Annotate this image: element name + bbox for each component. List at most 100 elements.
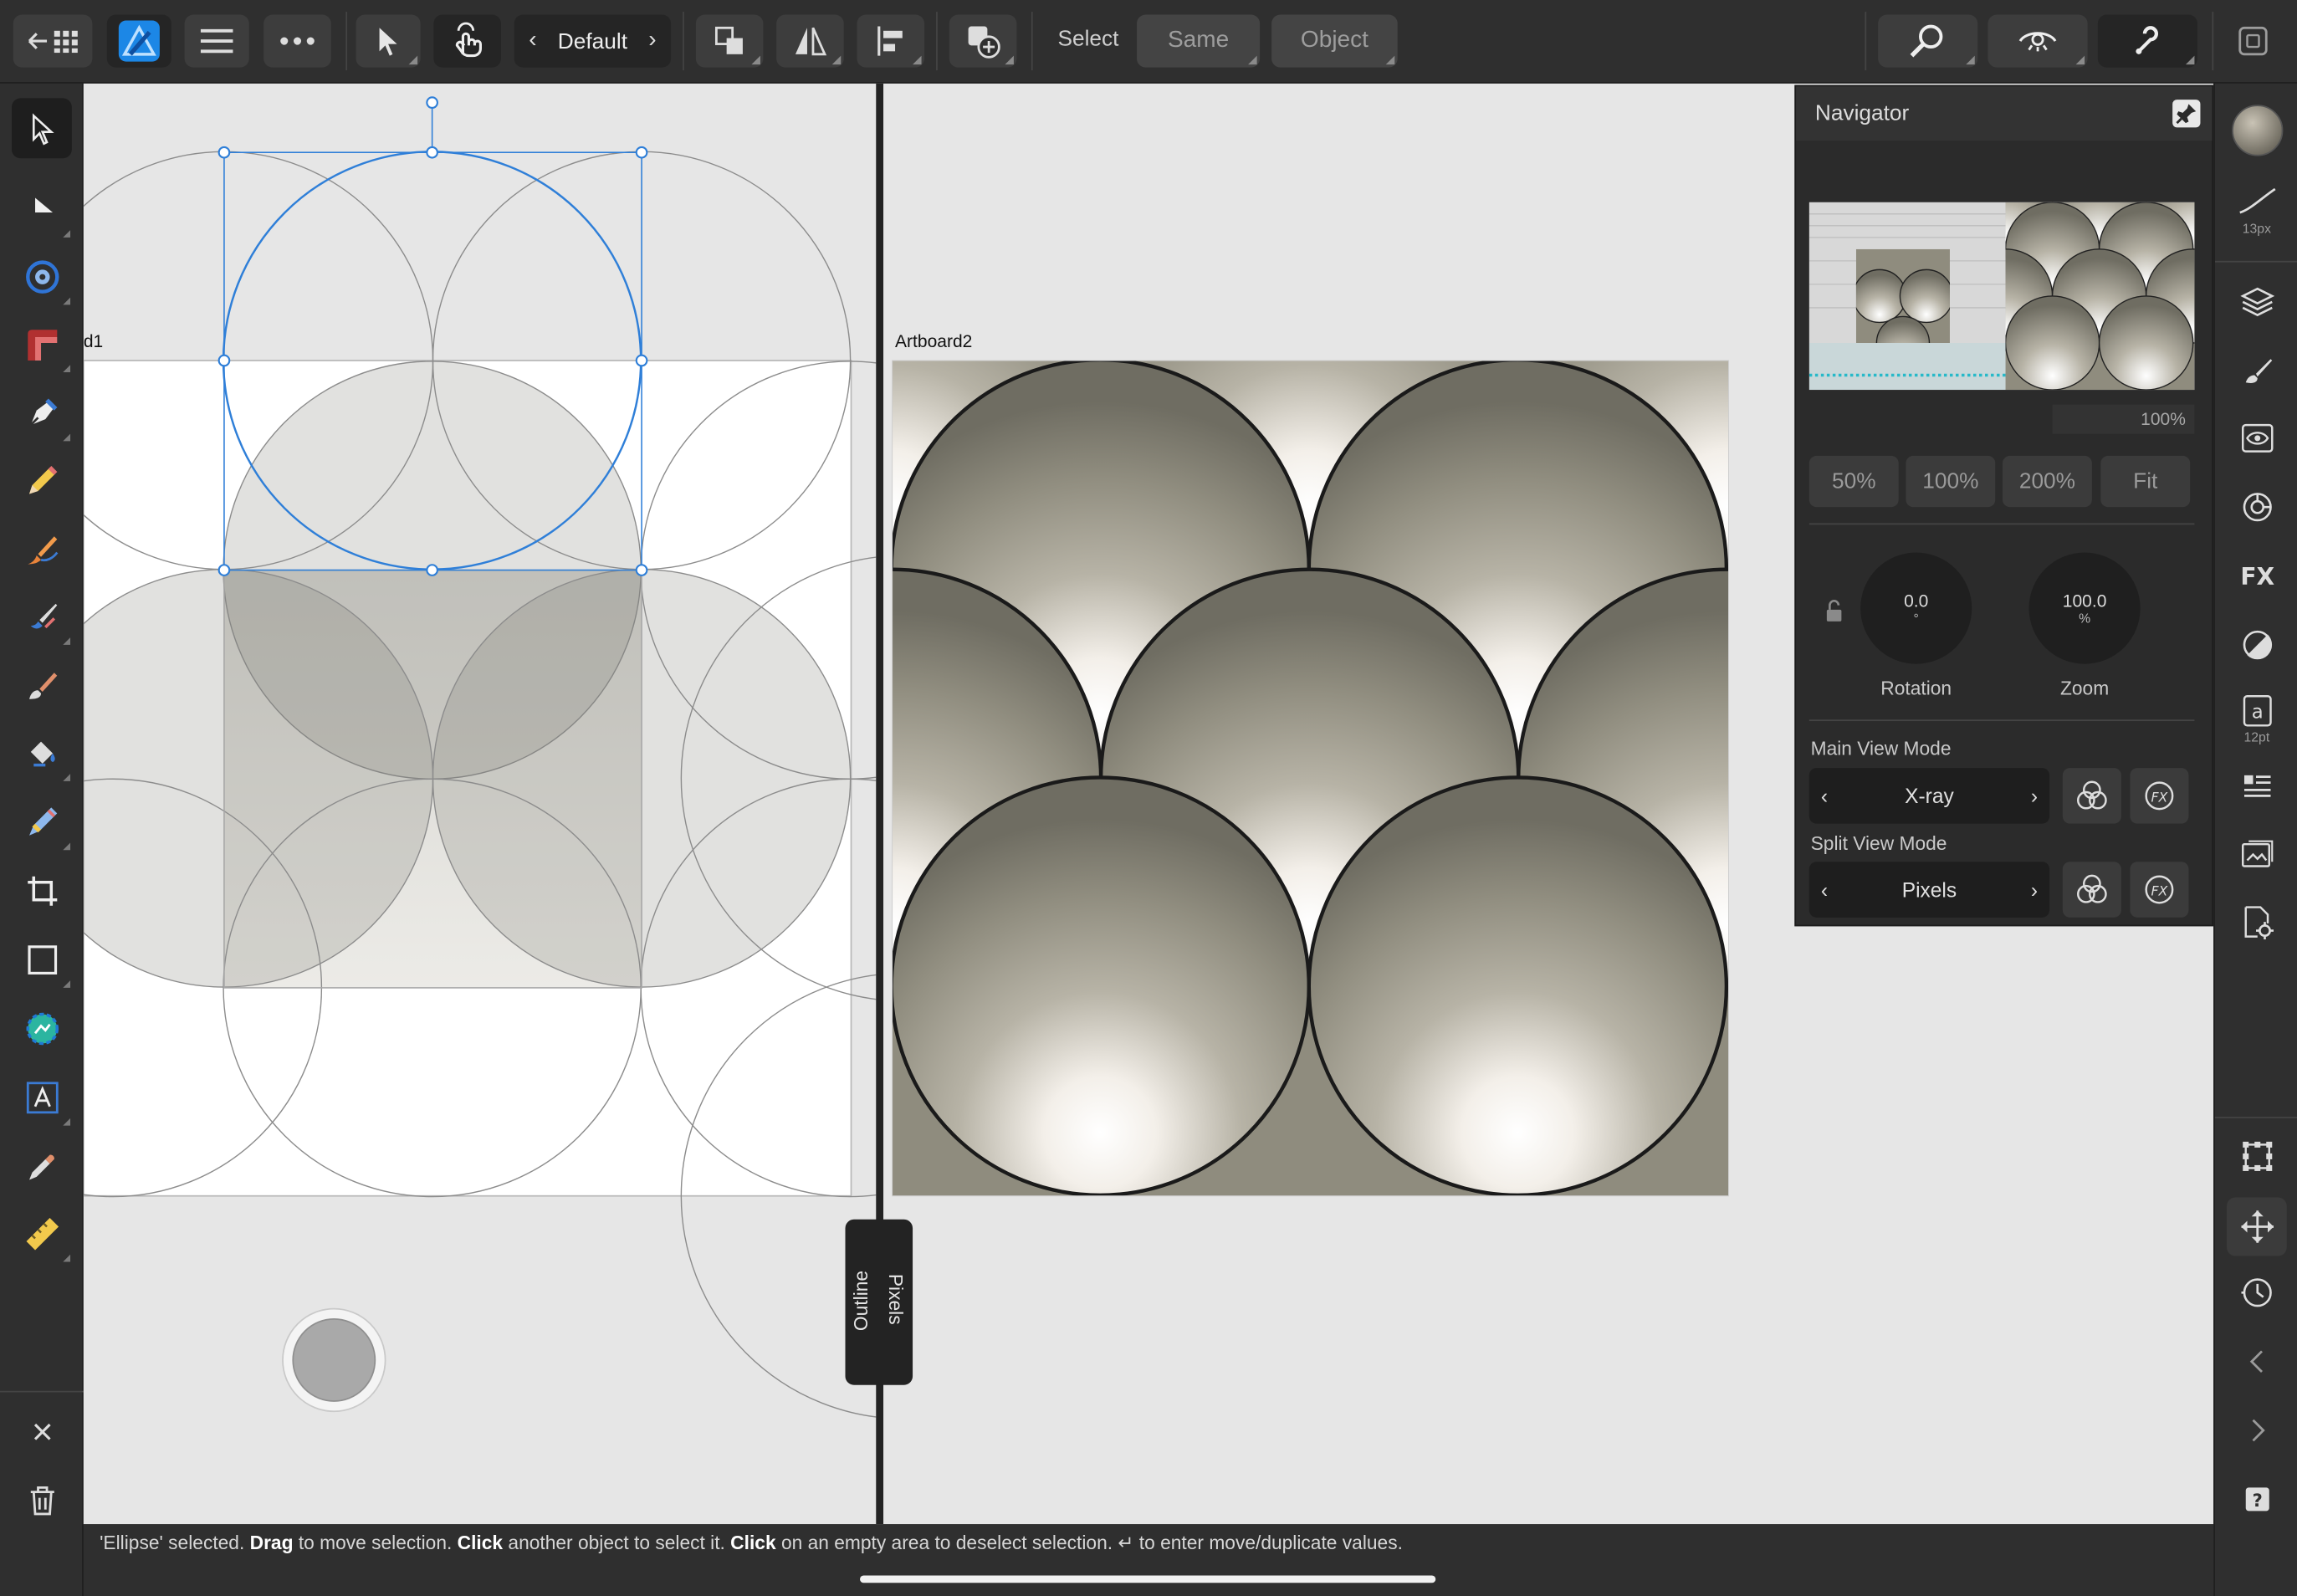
menu-button[interactable] [184,14,249,68]
zoom-dial[interactable]: 100.0 % [2028,552,2141,664]
split-view-next-icon[interactable]: › [2031,878,2038,902]
resize-handle[interactable] [217,564,231,576]
designer-persona-button[interactable] [106,14,171,68]
transform-button[interactable] [2227,1130,2287,1183]
measure-tool[interactable] [12,1203,72,1263]
resize-handle[interactable] [426,146,438,159]
delete-button[interactable] [12,1470,72,1530]
submenu-indicator [1966,55,1975,65]
transparency-tool[interactable] [12,791,72,852]
help-button[interactable]: ? [2227,1473,2287,1526]
resize-handle[interactable] [217,146,231,159]
resize-handle[interactable] [217,354,231,367]
home-indicator[interactable] [860,1575,1436,1583]
magnifier-snapping-icon [1910,24,1943,58]
text-frame-icon [25,1081,58,1113]
align-button[interactable] [857,14,925,68]
fill-tool[interactable] [12,586,72,647]
main-view-fx-button[interactable]: FX [2130,768,2189,824]
pin-panel-button[interactable] [2172,100,2201,128]
artboard2-label[interactable]: Artboard2 [895,331,972,352]
paragraph-button[interactable] [2227,760,2287,813]
node-pointer-icon [34,197,53,212]
stroke-button[interactable]: 13px [2227,174,2287,244]
brush-icon [28,672,57,698]
redo-button[interactable] [2227,1404,2287,1457]
vector-brush-tool[interactable] [12,519,72,579]
stroke-line-icon [2238,187,2275,214]
assistant-icon [2136,26,2158,54]
artboard2[interactable] [683,151,1936,1196]
text-styles-button[interactable]: a 12pt [2227,684,2287,755]
view-quality-button[interactable] [1987,14,2088,68]
more-button[interactable] [263,14,331,68]
select-object-button[interactable]: Object [1271,14,1398,68]
place-image-tool[interactable] [12,998,72,1058]
rotation-lock-button[interactable] [1825,600,1843,631]
resize-handle[interactable] [635,354,648,367]
rotation-dial[interactable]: 0.0 ° [1860,552,1972,664]
zoom-200-button[interactable]: 200% [2003,455,2092,508]
preset-selector[interactable]: ‹ Default › [514,14,672,68]
main-view-prev-icon[interactable]: ‹ [1821,784,1828,807]
crop-tool[interactable] [12,860,72,920]
stock-button[interactable] [2227,828,2287,881]
split-view-channels-button[interactable] [2062,862,2121,918]
artistic-text-tool[interactable] [12,1067,72,1128]
brushes-button[interactable] [2227,345,2287,397]
artboard1-label[interactable]: d1 [84,331,103,352]
preset-next-icon[interactable]: › [648,28,656,54]
move-nudge-button[interactable] [2226,1197,2287,1256]
close-button[interactable] [12,1401,72,1461]
split-view-fx-button[interactable]: FX [2130,862,2189,918]
color-picker-tool[interactable] [12,1136,72,1196]
resize-handle[interactable] [635,564,648,576]
adjustments-button[interactable] [2227,618,2287,671]
rotation-label: Rotation [1880,677,1952,699]
move-tool[interactable] [12,98,72,159]
resize-handle[interactable] [635,146,648,159]
svg-text:?: ? [2252,1490,2262,1511]
navigator-studio-button[interactable] [2227,481,2287,534]
zoom-100-button[interactable]: 100% [1906,455,1996,508]
appearance-button[interactable] [2227,412,2287,464]
arrange-button[interactable] [695,14,764,68]
back-to-home-button[interactable] [13,14,93,68]
pixel-brush-tool[interactable] [12,655,72,715]
corner-tool[interactable] [12,246,72,306]
main-view-mode-stepper[interactable]: ‹ X-ray › [1808,768,2050,824]
navigator-divider [1808,719,2195,722]
snapping-button[interactable] [1878,14,1978,68]
resize-handle[interactable] [426,564,438,576]
zoom-fit-button[interactable]: Fit [2100,455,2191,508]
split-view-handle[interactable]: Outline Pixels [845,1219,913,1385]
node-tool[interactable] [12,179,72,239]
boolean-operations-button[interactable] [949,14,1017,68]
flip-button[interactable] [776,14,844,68]
touch-gesture-button[interactable] [433,14,501,68]
zoom-50-button[interactable]: 50% [1808,455,1899,508]
rectangle-tool[interactable] [12,929,72,990]
preset-prev-icon[interactable]: ‹ [529,28,536,54]
split-view-mode-stepper[interactable]: ‹ Pixels › [1808,862,2050,918]
window-restore-button[interactable] [2237,25,2269,64]
split-view-prev-icon[interactable]: ‹ [1821,878,1828,902]
history-button[interactable] [2227,1266,2287,1319]
gradient-tool[interactable] [12,314,72,374]
assistant-button[interactable] [2097,14,2197,68]
effects-button[interactable]: FX [2227,550,2287,602]
select-same-button[interactable]: Same [1137,14,1261,68]
pencil-tool[interactable] [12,450,72,510]
fill-bucket-tool[interactable] [12,723,72,783]
select-mode-button[interactable] [356,14,421,68]
main-view-channels-button[interactable] [2062,768,2121,824]
main-view-next-icon[interactable]: › [2031,784,2038,807]
navigator-preview[interactable] [1808,202,2195,391]
pen-tool[interactable] [12,382,72,442]
colour-swatch-button[interactable] [2227,101,2287,160]
navigator-header[interactable]: Navigator [1796,86,2213,141]
rotation-handle[interactable] [426,96,438,110]
undo-button[interactable] [2227,1335,2287,1388]
layers-button[interactable] [2227,275,2287,328]
document-settings-button[interactable] [2227,896,2287,949]
